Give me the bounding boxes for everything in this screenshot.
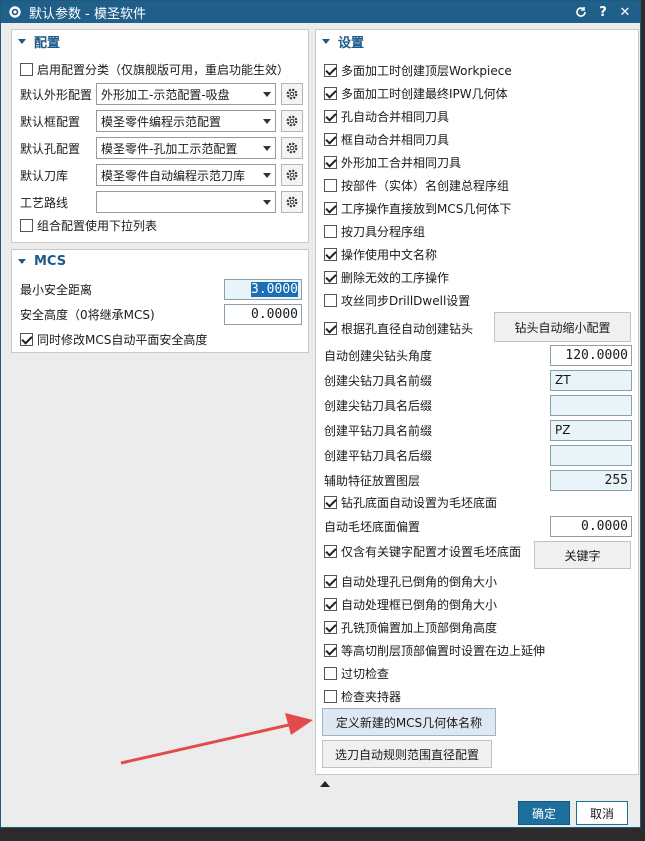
annotation-arrow	[120, 713, 313, 765]
cancel-button[interactable]: 取消	[576, 801, 628, 825]
dialog-window: 默认参数 - 模圣软件 ? ✕ 配置 启用配置分类（仅旗舰版可用，重启功能生效）…	[0, 0, 641, 828]
ok-button[interactable]: 确定	[518, 801, 570, 825]
